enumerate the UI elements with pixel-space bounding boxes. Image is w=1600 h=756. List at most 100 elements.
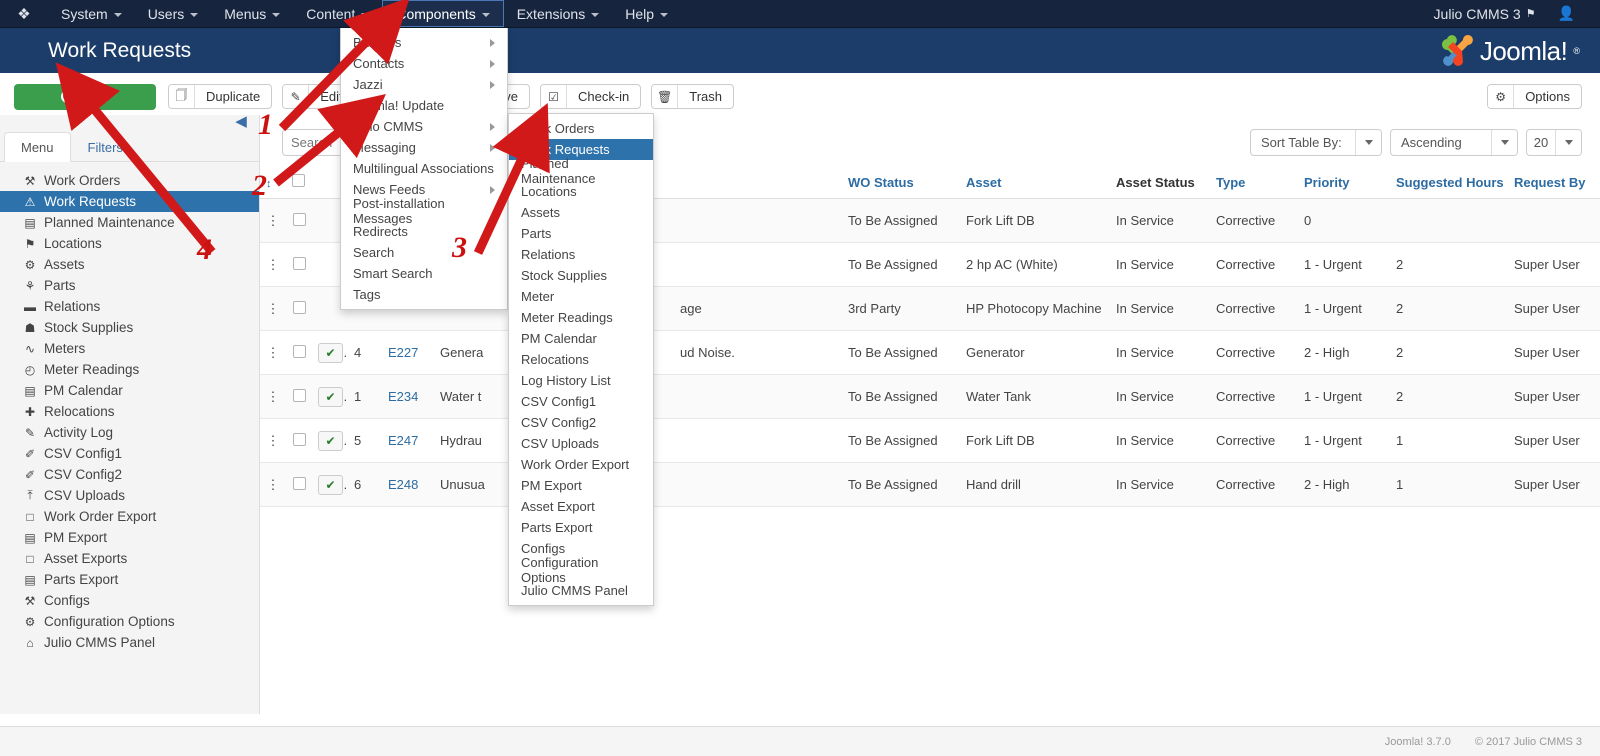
row-checkbox-cell[interactable] [286, 198, 312, 243]
sidebar-item-parts[interactable]: ⚘ Parts [0, 275, 259, 296]
row-checkbox-cell[interactable] [286, 330, 312, 375]
user-menu[interactable]: 👤 [1548, 5, 1600, 22]
julio-menu-item-work-orders[interactable]: Work Orders [509, 118, 653, 139]
row-id-link[interactable]: E247 [388, 433, 418, 448]
components-menu-item-joomla-update[interactable]: Joomla! Update [341, 95, 507, 116]
menu-content[interactable]: Content [293, 0, 382, 27]
julio-menu-item-csv-config2[interactable]: CSV Config2 [509, 412, 653, 433]
menu-system[interactable]: System [48, 0, 135, 27]
components-menu-item-banners[interactable]: Banners [341, 32, 507, 53]
row-id-link[interactable]: E227 [388, 345, 418, 360]
publish-toggle-button[interactable]: ✔ [318, 342, 343, 363]
row-drag-handle[interactable]: ⋮ [260, 198, 286, 243]
row-id-cell[interactable]: E247 [382, 418, 434, 463]
sidebar-item-pm-calendar[interactable]: ▤ PM Calendar [0, 380, 259, 401]
row-checkbox[interactable] [292, 256, 306, 270]
julio-menu-item-pm-export[interactable]: PM Export [509, 475, 653, 496]
publish-toggle-button[interactable]: ✔ [318, 474, 343, 495]
components-menu-item-contacts[interactable]: Contacts [341, 53, 507, 74]
row-checkbox[interactable] [292, 212, 306, 226]
components-menu-item-smart-search[interactable]: Smart Search [341, 263, 507, 284]
menu-components[interactable]: Components [382, 0, 504, 27]
duplicate-button[interactable]: 🗍 Duplicate [168, 84, 273, 109]
sidebar-item-csv-config2[interactable]: ✐ CSV Config2 [0, 464, 259, 485]
sidebar-item-parts-export[interactable]: ▤ Parts Export [0, 569, 259, 590]
julio-menu-item-relocations[interactable]: Relocations [509, 349, 653, 370]
row-id-cell[interactable]: E234 [382, 374, 434, 419]
julio-menu-item-stock-supplies[interactable]: Stock Supplies [509, 265, 653, 286]
sidebar-item-stock-supplies[interactable]: ☗ Stock Supplies [0, 317, 259, 338]
menu-extensions[interactable]: Extensions [504, 0, 612, 27]
row-publish-cell[interactable]: ✔ [312, 462, 348, 507]
sidebar-item-planned-maintenance[interactable]: ▤ Planned Maintenance [0, 212, 259, 233]
th-suggested-hours[interactable]: Suggested Hours [1390, 166, 1508, 199]
julio-menu-item-csv-uploads[interactable]: CSV Uploads [509, 433, 653, 454]
row-id-link[interactable]: E248 [388, 477, 418, 492]
sort-table-by-select[interactable]: Sort Table By: [1250, 129, 1382, 156]
row-publish-cell[interactable]: ✔ [312, 330, 348, 375]
th-priority[interactable]: Priority [1298, 166, 1390, 199]
menu-help[interactable]: Help [612, 0, 681, 27]
julio-menu-item-work-order-export[interactable]: Work Order Export [509, 454, 653, 475]
sidebar-item-julio-cmms-panel[interactable]: ⌂ Julio CMMS Panel [0, 632, 259, 653]
components-menu-item-messaging[interactable]: Messaging [341, 137, 507, 158]
sidebar-item-asset-exports[interactable]: □ Asset Exports [0, 548, 259, 569]
tab-menu[interactable]: Menu [4, 132, 71, 162]
julio-menu-item-assets[interactable]: Assets [509, 202, 653, 223]
sidebar-item-configs[interactable]: ⚒ Configs [0, 590, 259, 611]
trash-button[interactable]: 🗑 Trash [651, 84, 735, 109]
joomla-icon[interactable]: ❖ [0, 0, 48, 27]
row-checkbox[interactable] [292, 388, 306, 402]
julio-menu-item-csv-config1[interactable]: CSV Config1 [509, 391, 653, 412]
row-drag-handle[interactable]: ⋮ [260, 242, 286, 287]
table-row[interactable]: ⋮ ✔ 6 E248 Unusua To Be Assigned Hand drill In … [260, 462, 1600, 507]
julio-menu-item-parts-export[interactable]: Parts Export [509, 517, 653, 538]
th-type[interactable]: Type [1210, 166, 1298, 199]
th-asset-status[interactable]: Asset Status [1110, 166, 1210, 199]
row-publish-cell[interactable]: ✔ [312, 418, 348, 463]
row-id-cell[interactable]: E248 [382, 462, 434, 507]
components-menu-item-jazzi[interactable]: Jazzi [341, 74, 507, 95]
components-menu-item-multilingual-associations[interactable]: Multilingual Associations [341, 158, 507, 179]
sidebar-item-meter-readings[interactable]: ◴ Meter Readings [0, 359, 259, 380]
row-checkbox[interactable] [292, 344, 306, 358]
sidebar-item-csv-config1[interactable]: ✐ CSV Config1 [0, 443, 259, 464]
table-row[interactable]: ⋮ ✔ 1 E234 Water t To Be Assigned Water Tank In… [260, 374, 1600, 419]
menu-menus[interactable]: Menus [211, 0, 293, 27]
sidebar-item-work-orders[interactable]: ⚒ Work Orders [0, 170, 259, 191]
row-checkbox[interactable] [292, 476, 306, 490]
sidebar-item-pm-export[interactable]: ▤ PM Export [0, 527, 259, 548]
julio-menu-item-relations[interactable]: Relations [509, 244, 653, 265]
sort-direction-select[interactable]: Ascending [1390, 129, 1518, 156]
julio-menu-item-meter-readings[interactable]: Meter Readings [509, 307, 653, 328]
row-checkbox-cell[interactable] [286, 242, 312, 287]
row-publish-cell[interactable]: ✔ [312, 374, 348, 419]
tab-filters[interactable]: Filters [71, 132, 140, 162]
menu-users[interactable]: Users [135, 0, 212, 27]
checkin-button[interactable]: ☑ Check-in [539, 84, 642, 109]
components-menu-item-search[interactable]: Search [341, 242, 507, 263]
row-id-link[interactable]: E234 [388, 389, 418, 404]
list-limit-select[interactable]: 20 [1526, 129, 1582, 156]
sidebar-item-configuration-options[interactable]: ⚙ Configuration Options [0, 611, 259, 632]
julio-menu-item-pm-calendar[interactable]: PM Calendar [509, 328, 653, 349]
julio-menu-item-parts[interactable]: Parts [509, 223, 653, 244]
row-checkbox-cell[interactable] [286, 374, 312, 419]
th-request-by[interactable]: Request By [1508, 166, 1600, 199]
julio-menu-item-planned-maintenance[interactable]: Planned Maintenance [509, 156, 653, 186]
publish-toggle-button[interactable]: ✔ [318, 386, 343, 407]
row-checkbox[interactable] [292, 432, 306, 446]
site-link[interactable]: Julio CMMS 3 ⚑ [1422, 6, 1548, 22]
row-drag-handle[interactable]: ⋮ [260, 330, 286, 375]
row-drag-handle[interactable]: ⋮ [260, 374, 286, 419]
sidebar-item-relations[interactable]: ▬ Relations [0, 296, 259, 317]
sidebar-item-assets[interactable]: ⚙ Assets [0, 254, 259, 275]
publish-toggle-button[interactable]: ✔ [318, 430, 343, 451]
row-id-cell[interactable]: E227 [382, 330, 434, 375]
table-row[interactable]: ⋮ ✔ 5 E247 Hydrau To Be Assigned Fork Lift DB I… [260, 418, 1600, 463]
sidebar-item-work-requests[interactable]: ⚠ Work Requests [0, 191, 259, 212]
sidebar-item-csv-uploads[interactable]: ⤒ CSV Uploads [0, 485, 259, 506]
sidebar-item-relocations[interactable]: ✚ Relocations [0, 401, 259, 422]
components-menu-item-post-installation-messages[interactable]: Post-installation Messages [341, 196, 507, 226]
components-menu-item-tags[interactable]: Tags [341, 284, 507, 305]
